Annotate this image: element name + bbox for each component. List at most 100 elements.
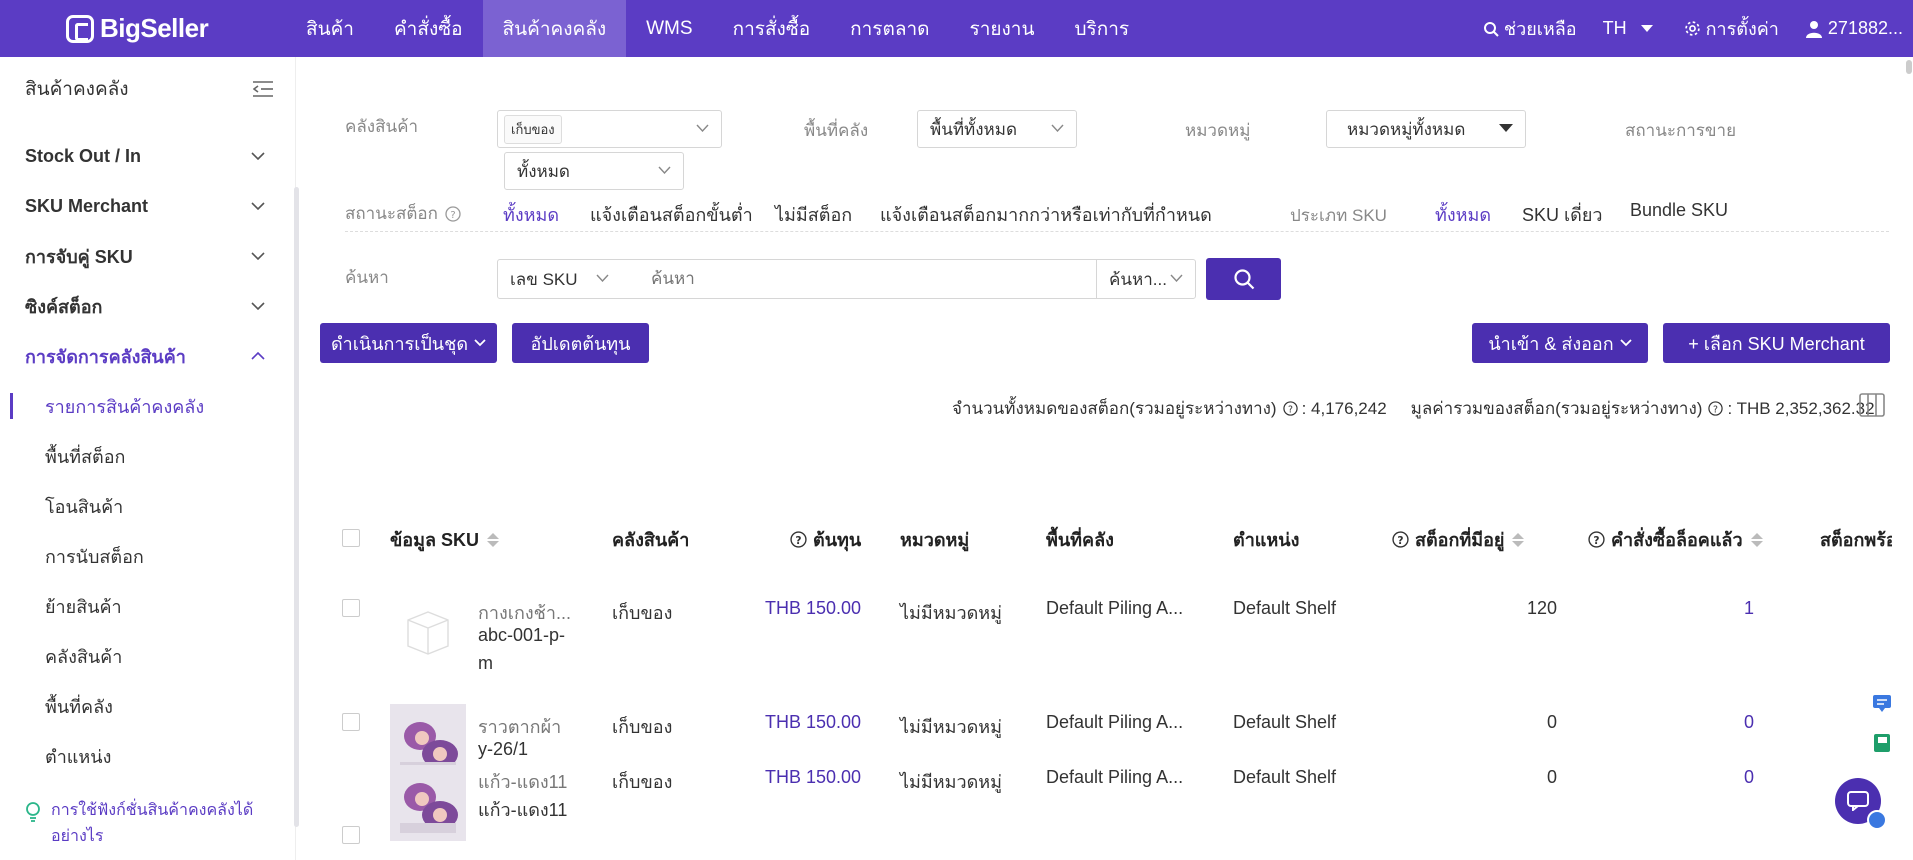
- stock-status-over[interactable]: แจ้งเตือนสต็อกมากกว่าหรือเท่ากับที่กำหนด: [880, 200, 1212, 229]
- warehouse-filter-label: คลังสินค้า: [345, 117, 419, 136]
- sort-icon[interactable]: [1512, 532, 1525, 547]
- sku-code: abc-001-p-: [478, 625, 566, 645]
- product-name[interactable]: แก้ว-แดง11: [478, 767, 567, 796]
- add-sku-merchant-button[interactable]: + เลือก SKU Merchant: [1663, 323, 1890, 363]
- search-field-select[interactable]: เลข SKU: [497, 259, 622, 299]
- nav-reports[interactable]: รายงาน: [950, 0, 1055, 57]
- question-circle-icon[interactable]: ?: [1588, 531, 1605, 548]
- select-all-checkbox[interactable]: [342, 529, 360, 547]
- language-select[interactable]: TH: [1603, 18, 1658, 39]
- sidebar-item-transfer[interactable]: โอนสินค้า: [0, 481, 295, 531]
- product-name[interactable]: ราวตากผ้า: [478, 712, 561, 741]
- row-cost[interactable]: THB 150.00: [765, 712, 861, 733]
- row-locked[interactable]: 0: [1620, 712, 1754, 733]
- warehouse-scope-select[interactable]: ทั้งหมด: [504, 152, 684, 190]
- sidebar-item-warehouse-area[interactable]: พื้นที่คลัง: [0, 681, 295, 731]
- bulk-action-button[interactable]: ดำเนินการเป็นชุด: [320, 323, 497, 363]
- stock-summary: จำนวนทั้งหมดของสต็อก(รวมอยู่ระหว่างทาง) …: [952, 395, 1875, 422]
- chevron-down-icon: [1620, 339, 1632, 347]
- col-sku-info-label: ข้อมูล SKU: [390, 530, 480, 550]
- chevron-down-icon: [1170, 274, 1183, 282]
- row-cost[interactable]: THB 150.00: [765, 767, 861, 788]
- sidebar-item-move-goods[interactable]: ย้ายสินค้า: [0, 581, 295, 631]
- sku-type-all[interactable]: ทั้งหมด: [1435, 200, 1491, 229]
- stock-status-out[interactable]: ไม่มีสต็อก: [775, 200, 852, 229]
- category-select[interactable]: หมวดหมู่ทั้งหมด: [1326, 110, 1526, 148]
- sku-type-bundle[interactable]: Bundle SKU: [1630, 200, 1728, 221]
- row-checkbox[interactable]: [342, 826, 360, 844]
- search-input[interactable]: [621, 259, 1097, 299]
- sort-icon[interactable]: [487, 532, 500, 547]
- search-mode-select[interactable]: ค้นหา...: [1096, 259, 1196, 299]
- settings-link[interactable]: การตั้งค่า: [1684, 14, 1779, 43]
- chevron-down-icon: [251, 152, 265, 160]
- chevron-up-icon: [251, 352, 265, 360]
- question-circle-icon[interactable]: ?: [790, 531, 807, 548]
- col-available-stock[interactable]: ? สต็อกที่มีอยู่: [1392, 525, 1525, 554]
- sidebar-item-location[interactable]: ตำแหน่ง: [0, 731, 295, 781]
- question-circle-icon[interactable]: ?: [1708, 401, 1724, 416]
- sidebar-group-stock-sync[interactable]: ซิงค์สต็อก: [0, 281, 295, 331]
- sku-type-single[interactable]: SKU เดี่ยว: [1522, 200, 1603, 229]
- question-circle-icon[interactable]: ?: [445, 205, 461, 222]
- row-locked[interactable]: 0: [1620, 767, 1754, 788]
- update-cost-button[interactable]: อัปเดตต้นทุน: [512, 323, 649, 363]
- question-circle-icon[interactable]: ?: [1392, 531, 1409, 548]
- page-scrollbar[interactable]: [1906, 60, 1912, 74]
- sidebar-group-warehouse-management[interactable]: การจัดการคลังสินค้า: [0, 331, 295, 381]
- box-placeholder-icon: [407, 611, 449, 655]
- nav-products[interactable]: สินค้า: [286, 0, 374, 57]
- sidebar-item-inventory-list[interactable]: รายการสินค้าคงคลัง: [0, 381, 295, 431]
- sort-icon[interactable]: [1750, 532, 1763, 547]
- sidebar-item-stock-area[interactable]: พื้นที่สต็อก: [0, 431, 295, 481]
- chat-support-button[interactable]: [1835, 778, 1887, 830]
- col-sku-info[interactable]: ข้อมูล SKU: [390, 525, 500, 554]
- chat-icon: [1847, 791, 1869, 811]
- sidebar-item-warehouse[interactable]: คลังสินค้า: [0, 631, 295, 681]
- nav-marketing[interactable]: การตลาด: [830, 0, 949, 57]
- warehouse-tag[interactable]: เก็บของ: [504, 114, 562, 144]
- brand-name: BigSeller: [100, 13, 209, 43]
- product-thumbnail[interactable]: [390, 765, 466, 841]
- user-id: 271882...: [1827, 18, 1903, 38]
- row-locked[interactable]: 1: [1620, 598, 1754, 619]
- sidebar-item-stock-count[interactable]: การนับสต็อก: [0, 531, 295, 581]
- nav-inventory[interactable]: สินค้าคงคลัง: [482, 0, 627, 57]
- filter-divider: [345, 231, 1889, 232]
- sidebar-group-label: SKU Merchant: [25, 195, 149, 216]
- user-menu[interactable]: 271882...: [1805, 18, 1903, 39]
- row-shelf: Default Shelf: [1233, 598, 1337, 618]
- sidebar-group-sku-merchant[interactable]: SKU Merchant: [0, 181, 295, 231]
- nav-services[interactable]: บริการ: [1054, 0, 1149, 57]
- col-cost: ? ต้นทุน: [790, 525, 861, 554]
- product-name[interactable]: กางเกงช้า...: [478, 598, 571, 627]
- stock-status-all[interactable]: ทั้งหมด: [503, 200, 559, 229]
- search-button[interactable]: [1206, 258, 1281, 300]
- warehouse-multiselect[interactable]: เก็บของ: [497, 110, 722, 148]
- sidebar-group-stock-out-in[interactable]: Stock Out / In: [0, 131, 295, 181]
- bigseller-logo[interactable]: BigSeller: [66, 13, 266, 44]
- collapse-menu-icon[interactable]: [253, 81, 273, 97]
- announcement-icon[interactable]: [1872, 693, 1892, 713]
- nav-purchase[interactable]: การสั่งซื้อ: [713, 0, 831, 57]
- help-tip-link[interactable]: การใช้ฟังก์ชั่นสินค้าคงคลังได้อย่างไร: [25, 798, 275, 850]
- import-export-label: นำเข้า & ส่งออก: [1488, 333, 1614, 354]
- import-export-button[interactable]: นำเข้า & ส่งออก: [1472, 323, 1648, 363]
- area-select[interactable]: พื้นที่ทั้งหมด: [917, 110, 1077, 148]
- row-checkbox[interactable]: [342, 599, 360, 617]
- row-area: Default Piling A...: [1046, 712, 1184, 732]
- row-checkbox[interactable]: [342, 713, 360, 731]
- total-qty-value: : 4,176,242: [1301, 398, 1387, 418]
- sidebar-group-sku-mapping[interactable]: การจับคู่ SKU: [0, 231, 295, 281]
- sidebar-scrollbar[interactable]: [294, 187, 299, 827]
- nav-orders[interactable]: คำสั่งซื้อ: [374, 0, 483, 57]
- notebook-icon[interactable]: [1872, 733, 1892, 753]
- area-filter-label: พื้นที่คลัง: [804, 121, 869, 140]
- col-locked-orders[interactable]: ? คำสั่งซื้อล็อคแล้ว: [1588, 525, 1763, 554]
- stock-status-low[interactable]: แจ้งเตือนสต็อกขั้นต่ำ: [590, 200, 753, 229]
- help-link[interactable]: ช่วยเหลือ: [1483, 14, 1577, 43]
- row-cost[interactable]: THB 150.00: [765, 598, 861, 619]
- nav-wms[interactable]: WMS: [626, 0, 712, 57]
- question-circle-icon[interactable]: ?: [1282, 401, 1298, 416]
- column-settings-icon[interactable]: [1859, 393, 1885, 417]
